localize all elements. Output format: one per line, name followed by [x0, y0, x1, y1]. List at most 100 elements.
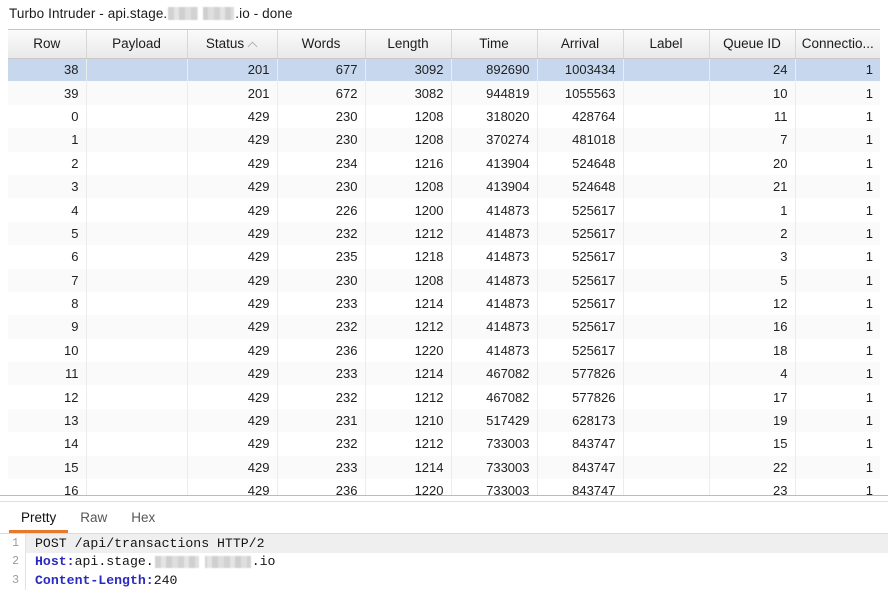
- table-row[interactable]: 7 429 230 1208 414873 525617 5 1: [8, 268, 880, 292]
- cell-payload: [86, 338, 188, 363]
- http-header-value-suffix: .io: [251, 554, 276, 570]
- cell-length: 1212: [365, 221, 452, 246]
- table-row[interactable]: 16 429 236 1220 733003 843747 23 1: [8, 479, 880, 496]
- http-header-value: 240: [153, 572, 178, 588]
- code-line-text[interactable]: Content-Length: 240: [26, 571, 888, 590]
- cell-connection: 1: [795, 198, 880, 222]
- request-code-area[interactable]: 1 POST /api/transactions HTTP/2 2 Host: api…: [0, 534, 888, 590]
- table-row[interactable]: 3 429 230 1208 413904 524648 21 1: [8, 174, 880, 199]
- cell-arrival: 628173: [537, 408, 624, 433]
- cell-queue-id: 16: [709, 315, 796, 339]
- cell-length: 1212: [365, 385, 452, 409]
- cell-label: [623, 291, 710, 316]
- column-header-queue-id[interactable]: Queue ID: [709, 30, 796, 59]
- cell-length: 1214: [365, 291, 452, 316]
- cell-arrival: 524648: [537, 174, 624, 199]
- cell-connection: 1: [795, 385, 880, 409]
- column-header-label: Connectio...: [801, 36, 874, 52]
- column-header-label: Label: [649, 36, 683, 52]
- table-row[interactable]: 9 429 232 1212 414873 525617 16 1: [8, 315, 880, 339]
- column-header-length[interactable]: Length: [365, 30, 452, 59]
- table-row[interactable]: 2 429 234 1216 413904 524648 20 1: [8, 151, 880, 175]
- cell-label: [623, 151, 710, 175]
- table-row[interactable]: 0 429 230 1208 318020 428764 11 1: [8, 104, 880, 129]
- code-line-text[interactable]: Host: api.stage. .io: [26, 553, 888, 572]
- cell-queue-id: 3: [709, 245, 796, 269]
- table-row[interactable]: 38 201 677 3092 892690 1003434 24 1: [8, 58, 880, 82]
- cell-status: 429: [187, 128, 278, 152]
- cell-queue-id: 17: [709, 385, 796, 409]
- table-row[interactable]: 13 429 231 1210 517429 628173 19 1: [8, 408, 880, 433]
- cell-arrival: 843747: [537, 479, 624, 496]
- column-header-payload[interactable]: Payload: [86, 30, 188, 59]
- tab-hex[interactable]: Hex: [119, 510, 167, 533]
- cell-length: 1208: [365, 174, 452, 199]
- http-request-line: POST /api/transactions HTTP/2: [35, 535, 265, 551]
- cell-length: 1208: [365, 268, 452, 292]
- table-row[interactable]: 15 429 233 1214 733003 843747 22 1: [8, 455, 880, 480]
- column-header-label[interactable]: Label: [623, 30, 710, 59]
- cell-row: 11: [8, 362, 87, 386]
- cell-arrival: 1055563: [537, 81, 624, 105]
- cell-label: [623, 198, 710, 222]
- cell-words: 232: [277, 385, 366, 409]
- cell-payload: [86, 362, 188, 386]
- table-row[interactable]: 8 429 233 1214 414873 525617 12 1: [8, 291, 880, 316]
- cell-row: 14: [8, 432, 87, 456]
- column-header-time[interactable]: Time: [451, 30, 538, 59]
- column-header-words[interactable]: Words: [277, 30, 366, 59]
- cell-status: 429: [187, 291, 278, 316]
- cell-queue-id: 1: [709, 198, 796, 222]
- http-header-name: Content-Length:: [35, 572, 154, 588]
- cell-label: [623, 221, 710, 246]
- window-title-suffix: .io - done: [235, 6, 293, 21]
- results-table-header: Row Payload Status Words Length Time Arrival La…: [8, 30, 880, 59]
- cell-words: 236: [277, 338, 366, 363]
- cell-connection: 1: [795, 291, 880, 316]
- cell-time: 467082: [451, 362, 538, 386]
- horizontal-splitter[interactable]: [0, 495, 888, 502]
- column-header-status[interactable]: Status: [187, 30, 278, 59]
- cell-label: [623, 81, 710, 105]
- cell-time: 414873: [451, 198, 538, 222]
- cell-queue-id: 12: [709, 291, 796, 316]
- cell-payload: [86, 408, 188, 433]
- table-row[interactable]: 4 429 226 1200 414873 525617 1 1: [8, 198, 880, 222]
- table-row[interactable]: 10 429 236 1220 414873 525617 18 1: [8, 338, 880, 363]
- cell-status: 429: [187, 221, 278, 246]
- column-header-row[interactable]: Row: [8, 30, 87, 59]
- redacted-hostname-body: [154, 555, 251, 568]
- cell-arrival: 843747: [537, 455, 624, 480]
- code-line-text[interactable]: POST /api/transactions HTTP/2: [26, 534, 888, 553]
- cell-row: 1: [8, 128, 87, 152]
- cell-connection: 1: [795, 315, 880, 339]
- sort-ascending-icon: [249, 40, 258, 49]
- results-table-container[interactable]: Row Payload Status Words Length Time Arrival La…: [8, 29, 880, 496]
- table-row[interactable]: 1 429 230 1208 370274 481018 7 1: [8, 128, 880, 152]
- results-table-body: 38 201 677 3092 892690 1003434 24 1 39 201 672 3082…: [8, 58, 880, 496]
- cell-row: 0: [8, 104, 87, 129]
- cell-payload: [86, 315, 188, 339]
- column-header-connection[interactable]: Connectio...: [795, 30, 880, 59]
- column-header-arrival[interactable]: Arrival: [537, 30, 624, 59]
- cell-connection: 1: [795, 455, 880, 480]
- cell-row: 13: [8, 408, 87, 433]
- cell-length: 1214: [365, 362, 452, 386]
- cell-arrival: 525617: [537, 198, 624, 222]
- cell-payload: [86, 174, 188, 199]
- cell-status: 429: [187, 151, 278, 175]
- table-row[interactable]: 12 429 232 1212 467082 577826 17 1: [8, 385, 880, 409]
- cell-status: 201: [187, 81, 278, 105]
- cell-label: [623, 479, 710, 496]
- tab-raw[interactable]: Raw: [68, 510, 119, 533]
- table-row[interactable]: 5 429 232 1212 414873 525617 2 1: [8, 221, 880, 246]
- cell-time: 517429: [451, 408, 538, 433]
- table-row[interactable]: 39 201 672 3082 944819 1055563 10 1: [8, 81, 880, 105]
- cell-row: 9: [8, 315, 87, 339]
- tab-pretty[interactable]: Pretty: [9, 510, 69, 533]
- cell-payload: [86, 104, 188, 129]
- table-row[interactable]: 14 429 232 1212 733003 843747 15 1: [8, 432, 880, 456]
- table-row[interactable]: 6 429 235 1218 414873 525617 3 1: [8, 245, 880, 269]
- table-row[interactable]: 11 429 233 1214 467082 577826 4 1: [8, 362, 880, 386]
- column-header-label: Row: [33, 36, 61, 52]
